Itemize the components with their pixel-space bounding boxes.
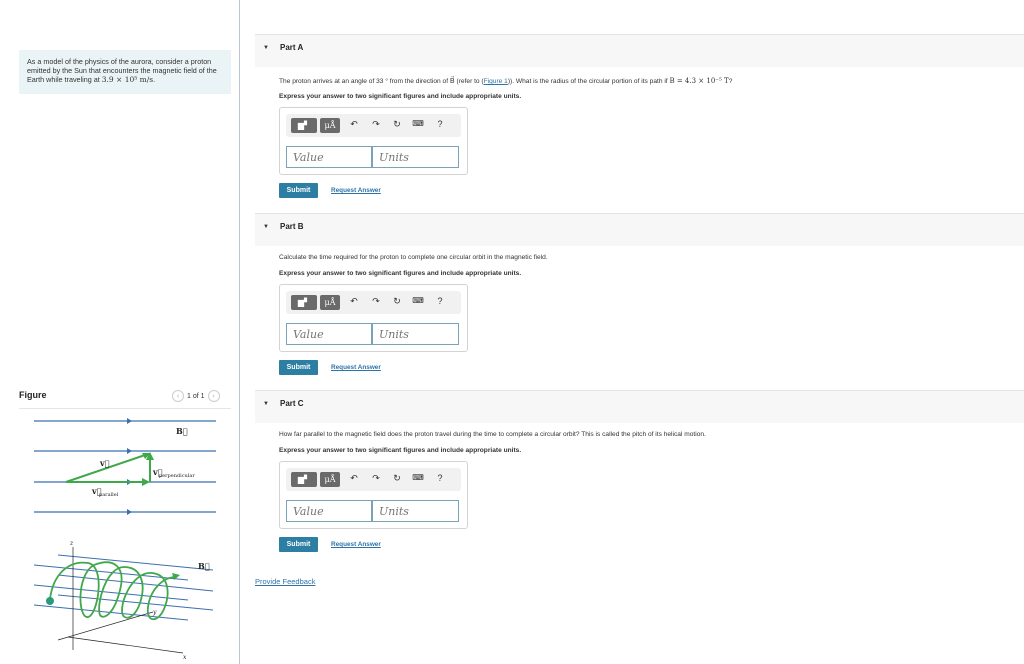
axis-label-x: x bbox=[183, 654, 187, 661]
value-input[interactable] bbox=[286, 146, 372, 168]
field-arrows bbox=[127, 418, 132, 515]
answer-toolbar: ▆▘ μÅ ↶ ↷ ↻ ⌨ ? bbox=[286, 114, 461, 137]
figure-page-count: 1 of 1 bbox=[187, 392, 205, 400]
part-c-instruction: Express your answer to two significant f… bbox=[279, 447, 522, 454]
units-input[interactable] bbox=[372, 146, 459, 168]
part-a-question: The proton arrives at an angle of 33 ° f… bbox=[279, 77, 732, 85]
submit-button[interactable]: Submit bbox=[279, 183, 318, 198]
question-text: The proton arrives at an angle of 33 ° f… bbox=[279, 78, 450, 85]
figure-link[interactable]: Figure 1 bbox=[484, 78, 508, 85]
part-c-label: Part C bbox=[280, 399, 304, 408]
field-line bbox=[33, 584, 189, 601]
reset-icon[interactable]: ↻ bbox=[391, 473, 403, 484]
keyboard-icon[interactable]: ⌨ bbox=[412, 296, 424, 305]
intro-speed: 3.9 × 10⁵ m/s bbox=[101, 75, 154, 84]
x-axis bbox=[67, 636, 184, 654]
units-button[interactable]: μÅ bbox=[320, 118, 340, 133]
reset-icon[interactable]: ↻ bbox=[391, 119, 403, 130]
axis-label-z: z bbox=[69, 540, 74, 547]
part-b-answer-box: ▆▘ μÅ ↶ ↷ ↻ ⌨ ? bbox=[279, 284, 468, 352]
helix-label-B: B⃗ bbox=[198, 561, 210, 571]
undo-icon[interactable]: ↶ bbox=[348, 473, 360, 484]
part-a-label: Part A bbox=[280, 43, 304, 52]
helix-field-lines bbox=[33, 554, 214, 621]
answer-toolbar: ▆▘ μÅ ↶ ↷ ↻ ⌨ ? bbox=[286, 291, 461, 314]
part-a-instruction: Express your answer to two significant f… bbox=[279, 93, 522, 100]
units-button[interactable]: μÅ bbox=[320, 295, 340, 310]
problem-sidebar: As a model of the physics of the aurora,… bbox=[0, 0, 240, 664]
redo-icon[interactable]: ↷ bbox=[370, 119, 382, 130]
collapse-triangle-icon[interactable]: ▼ bbox=[263, 224, 269, 230]
help-button[interactable]: ? bbox=[434, 473, 446, 483]
arrowhead-icon bbox=[142, 478, 150, 486]
label-parallel-sub: parallel bbox=[99, 492, 119, 498]
proton-dot bbox=[46, 597, 54, 605]
part-c-question: How far parallel to the magnetic field d… bbox=[279, 431, 706, 438]
units-button[interactable]: μÅ bbox=[320, 472, 340, 487]
request-answer-link[interactable]: Request Answer bbox=[331, 364, 381, 371]
reset-icon[interactable]: ↻ bbox=[391, 296, 403, 307]
request-answer-link[interactable]: Request Answer bbox=[331, 187, 381, 194]
value-input[interactable] bbox=[286, 500, 372, 522]
part-c-answer-box: ▆▘ μÅ ↶ ↷ ↻ ⌨ ? bbox=[279, 461, 468, 529]
arrow-icon bbox=[127, 418, 132, 424]
submit-button[interactable]: Submit bbox=[279, 360, 318, 375]
answer-toolbar: ▆▘ μÅ ↶ ↷ ↻ ⌨ ? bbox=[286, 468, 461, 491]
question-text: ? bbox=[728, 78, 733, 85]
helix-diagram: B⃗ z y x bbox=[33, 540, 214, 661]
keyboard-icon[interactable]: ⌨ bbox=[412, 119, 424, 128]
question-math: B = 4.3 × 10⁻⁵ T bbox=[669, 77, 729, 85]
part-b-instruction: Express your answer to two significant f… bbox=[279, 270, 522, 277]
part-c-header[interactable]: ▼ Part C bbox=[255, 390, 1024, 423]
arrow-icon bbox=[127, 448, 132, 454]
collapse-triangle-icon[interactable]: ▼ bbox=[263, 401, 269, 407]
part-b-header[interactable]: ▼ Part B bbox=[255, 213, 1024, 246]
undo-icon[interactable]: ↶ bbox=[348, 119, 360, 130]
problem-intro: As a model of the physics of the aurora,… bbox=[19, 50, 231, 94]
undo-icon[interactable]: ↶ bbox=[348, 296, 360, 307]
collapse-triangle-icon[interactable]: ▼ bbox=[263, 45, 269, 51]
part-a-header[interactable]: ▼ Part A bbox=[255, 34, 1024, 67]
label-v: v⃗ bbox=[99, 458, 110, 468]
axis-label-y: y bbox=[152, 609, 157, 616]
templates-icon[interactable]: ▆▘ bbox=[291, 472, 317, 487]
questions-panel: ▼ Part A The proton arrives at an angle … bbox=[255, 0, 1024, 664]
request-answer-link[interactable]: Request Answer bbox=[331, 541, 381, 548]
redo-icon[interactable]: ↷ bbox=[370, 296, 382, 307]
velocity-components-diagram: B⃗ v⃗ v⃗ v⃗ parallel perpendicular bbox=[34, 418, 216, 515]
redo-icon[interactable]: ↷ bbox=[370, 473, 382, 484]
figure-pager: ‹ 1 of 1 › bbox=[172, 390, 220, 402]
question-text: (refer to ( bbox=[454, 78, 484, 85]
part-b-label: Part B bbox=[280, 222, 304, 231]
help-button[interactable]: ? bbox=[434, 296, 446, 306]
figure-title: Figure bbox=[19, 390, 47, 400]
templates-icon[interactable]: ▆▘ bbox=[291, 295, 317, 310]
figure-divider bbox=[19, 408, 231, 409]
templates-icon[interactable]: ▆▘ bbox=[291, 118, 317, 133]
value-input[interactable] bbox=[286, 323, 372, 345]
help-button[interactable]: ? bbox=[434, 119, 446, 129]
arrow-icon bbox=[127, 509, 132, 515]
submit-button[interactable]: Submit bbox=[279, 537, 318, 552]
prev-figure-button[interactable]: ‹ bbox=[172, 390, 184, 402]
part-a-answer-box: ▆▘ μÅ ↶ ↷ ↻ ⌨ ? bbox=[279, 107, 468, 175]
label-perp-sub: perpendicular bbox=[159, 473, 195, 479]
question-text: )). What is the radius of the circular p… bbox=[507, 78, 670, 85]
units-input[interactable] bbox=[372, 500, 459, 522]
label-B: B⃗ bbox=[176, 426, 188, 436]
keyboard-icon[interactable]: ⌨ bbox=[412, 473, 424, 482]
next-figure-button[interactable]: › bbox=[207, 390, 220, 402]
part-b-question: Calculate the time required for the prot… bbox=[279, 254, 548, 261]
provide-feedback-link[interactable]: Provide Feedback bbox=[255, 577, 315, 586]
units-input[interactable] bbox=[372, 323, 459, 345]
field-lines bbox=[34, 420, 216, 513]
intro-end: . bbox=[153, 75, 156, 84]
helix-path bbox=[49, 561, 177, 621]
